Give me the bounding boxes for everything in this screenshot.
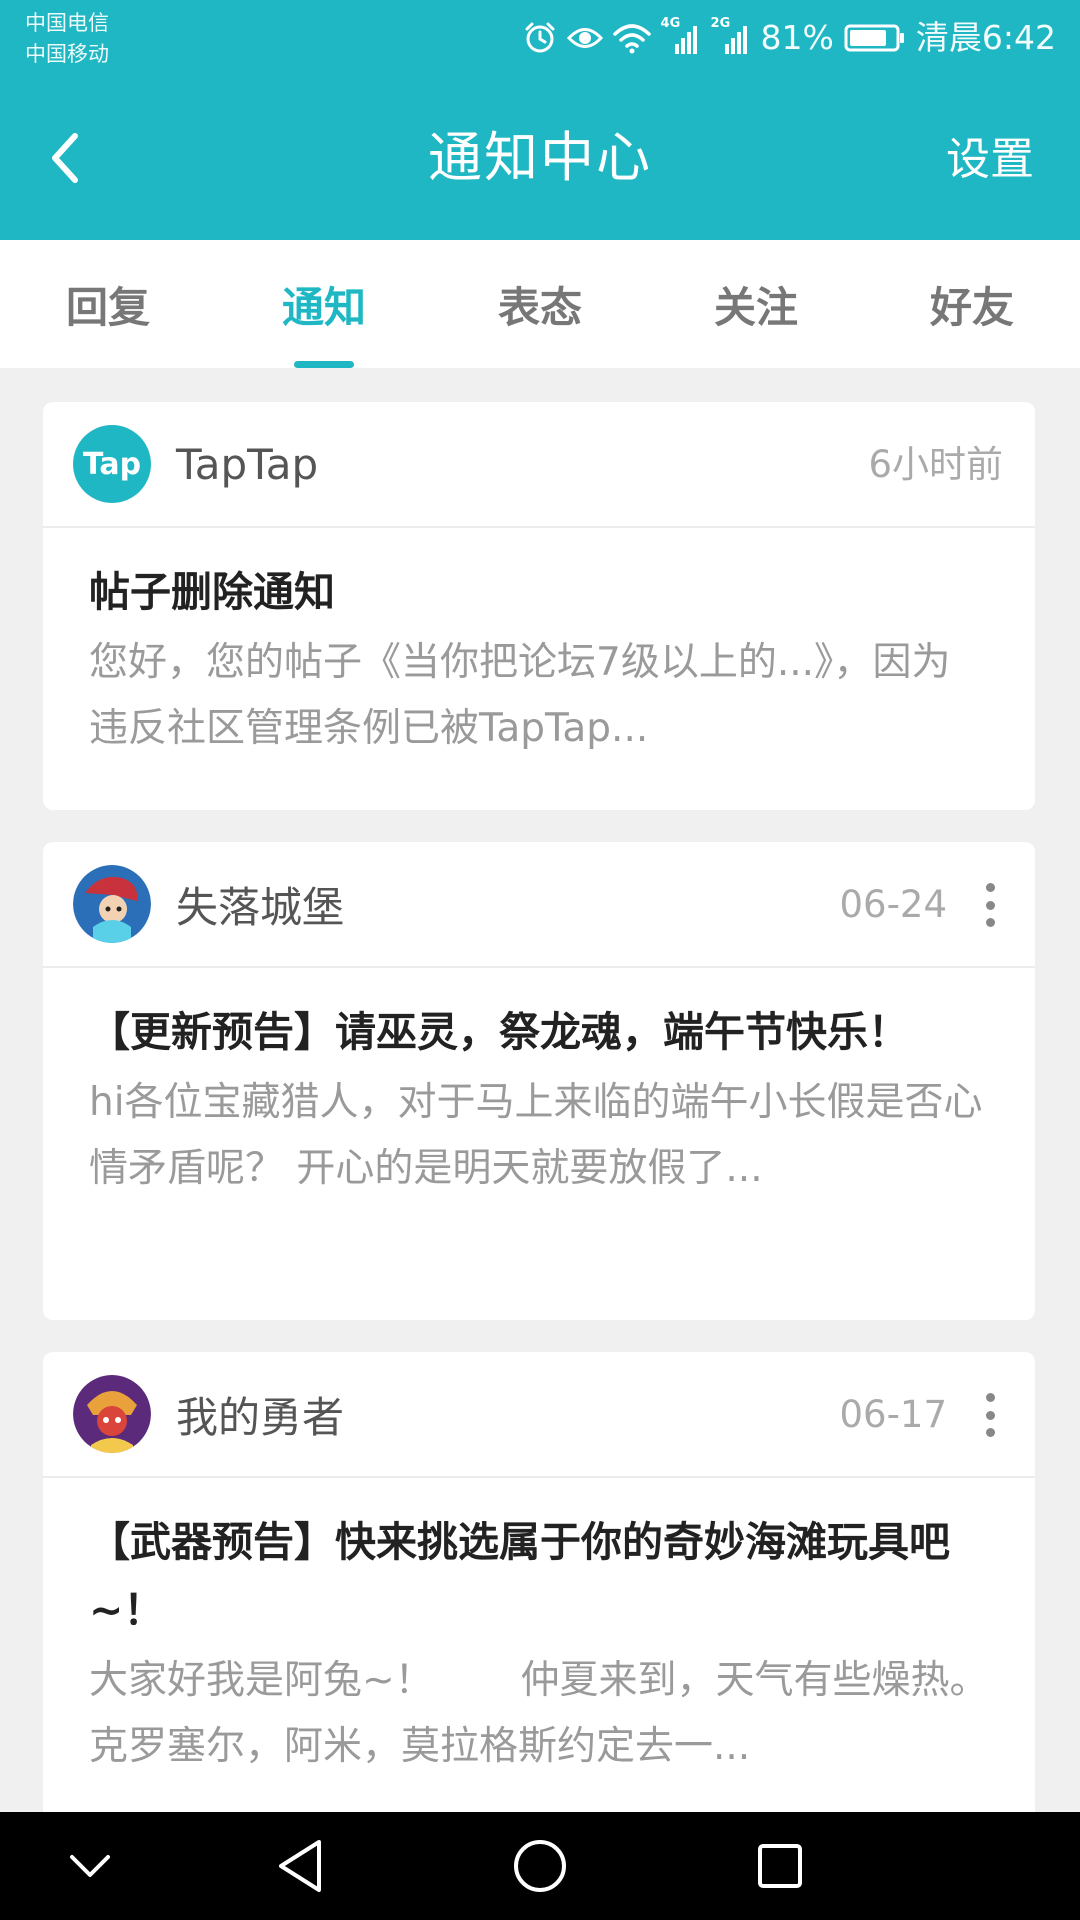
system-navigation-bar <box>0 1812 1080 1920</box>
recents-square-icon <box>758 1844 802 1888</box>
avatar[interactable] <box>73 1375 151 1453</box>
alarm-icon <box>525 22 555 53</box>
page-title: 通知中心 <box>428 126 652 189</box>
dot-icon <box>985 1428 995 1437</box>
battery-icon <box>844 24 904 52</box>
card-content: 【更新预告】请巫灵，祭龙魂，端午节快乐！ hi各位宝藏猎人，对于马上来临的端午小… <box>43 968 1035 1242</box>
tab-follow[interactable]: 关注 <box>648 240 864 368</box>
signal-icon <box>674 26 697 54</box>
tab-reply[interactable]: 回复 <box>0 240 216 368</box>
status-bar: 中国电信 中国移动 4G 2G 81% 清晨6:42 <box>0 0 1080 80</box>
taptap-logo-avatar: Tap <box>73 425 151 503</box>
eye-icon <box>566 28 603 48</box>
author-name[interactable]: 我的勇者 <box>176 1384 344 1445</box>
dot-icon <box>985 1410 995 1420</box>
card-content: 帖子删除通知 您好，您的帖子《当你把论坛7级以上的...》，因为违反社区管理条例… <box>43 528 1035 802</box>
game-avatar-icon <box>73 1375 151 1453</box>
header-area: 中国电信 中国移动 4G 2G 81% 清晨6:42 通知中心 设置 <box>0 0 1080 240</box>
dot-icon <box>985 883 995 892</box>
carrier-2: 中国移动 <box>25 42 109 66</box>
notification-title: 【更新预告】请巫灵，祭龙魂，端午节快乐！ <box>89 1008 909 1056</box>
card-header: 我的勇者 06-17 <box>43 1352 1035 1478</box>
dot-icon <box>985 918 995 927</box>
title-bar: 通知中心 设置 <box>0 80 1080 240</box>
tab-notification[interactable]: 通知 <box>216 240 432 368</box>
dot-icon <box>985 1393 995 1402</box>
signal-icon <box>724 26 747 54</box>
tab-friends[interactable]: 好友 <box>864 240 1080 368</box>
category-tabs: 回复 通知 表态 关注 好友 <box>0 240 1080 368</box>
back-triangle-icon <box>279 1840 321 1892</box>
timestamp: 06-17 <box>839 1393 947 1436</box>
clock: 清晨6:42 <box>915 18 1056 57</box>
battery-percent: 81% <box>760 18 834 57</box>
carrier-1: 中国电信 <box>25 11 109 35</box>
avatar-logo-text: Tap <box>82 446 142 482</box>
status-indicators: 4G 2G 81% 清晨6:42 <box>523 16 1056 60</box>
tab-reaction[interactable]: 表态 <box>432 240 648 368</box>
settings-button[interactable]: 设置 <box>946 124 1034 196</box>
more-options-button[interactable] <box>975 881 1005 929</box>
game-avatar-icon <box>73 865 151 943</box>
home-circle-icon <box>514 1840 566 1892</box>
wifi-icon <box>612 24 651 54</box>
notification-card[interactable]: 我的勇者 06-17 【武器预告】快来挑选属于你的奇妙海滩玩具吧~！ 大家好我是… <box>43 1352 1035 1872</box>
hide-keyboard-button[interactable] <box>30 1812 150 1920</box>
system-home-button[interactable] <box>480 1812 600 1920</box>
carrier-info: 中国电信 中国移动 <box>25 8 109 70</box>
notification-excerpt: 您好，您的帖子《当你把论坛7级以上的...》，因为违反社区管理条例已被TapTa… <box>89 640 951 751</box>
timestamp: 06-24 <box>839 883 947 926</box>
author-name[interactable]: TapTap <box>176 440 318 489</box>
system-back-button[interactable] <box>240 1812 360 1920</box>
notification-title: 帖子删除通知 <box>89 568 335 616</box>
notification-excerpt: 大家好我是阿兔~！ 仲夏来到，天气有些燥热。克罗塞尔，阿米，莫拉格斯约定去一..… <box>89 1658 989 1769</box>
card-header: Tap TapTap 6小时前 <box>43 402 1035 528</box>
notification-excerpt: hi各位宝藏猎人，对于马上来临的端午小长假是否心情矛盾呢？ 开心的是明天就要放假… <box>89 1080 983 1191</box>
author-name[interactable]: 失落城堡 <box>176 874 344 935</box>
signal-2g: 2G <box>711 16 751 56</box>
notification-card[interactable]: Tap TapTap 6小时前 帖子删除通知 您好，您的帖子《当你把论坛7级以上… <box>43 402 1035 810</box>
system-recents-button[interactable] <box>720 1812 840 1920</box>
notification-card[interactable]: 失落城堡 06-24 【更新预告】请巫灵，祭龙魂，端午节快乐！ hi各位宝藏猎人… <box>43 842 1035 1320</box>
more-options-button[interactable] <box>975 1391 1005 1439</box>
notification-title: 【武器预告】快来挑选属于你的奇妙海滩玩具吧~！ <box>89 1518 950 1634</box>
avatar[interactable] <box>73 865 151 943</box>
chevron-down-icon <box>70 1855 110 1877</box>
card-header: 失落城堡 06-24 <box>43 842 1035 968</box>
card-content: 【武器预告】快来挑选属于你的奇妙海滩玩具吧~！ 大家好我是阿兔~！ 仲夏来到，天… <box>43 1478 1035 1820</box>
dot-icon <box>985 900 995 910</box>
timestamp: 6小时前 <box>868 443 1003 486</box>
notification-center-screen: 中国电信 中国移动 4G 2G 81% 清晨6:42 通知中心 设置 回复 通知… <box>0 0 1080 1920</box>
notification-list: Tap TapTap 6小时前 帖子删除通知 您好，您的帖子《当你把论坛7级以上… <box>43 402 1035 1904</box>
signal-4g: 4G <box>661 16 701 56</box>
